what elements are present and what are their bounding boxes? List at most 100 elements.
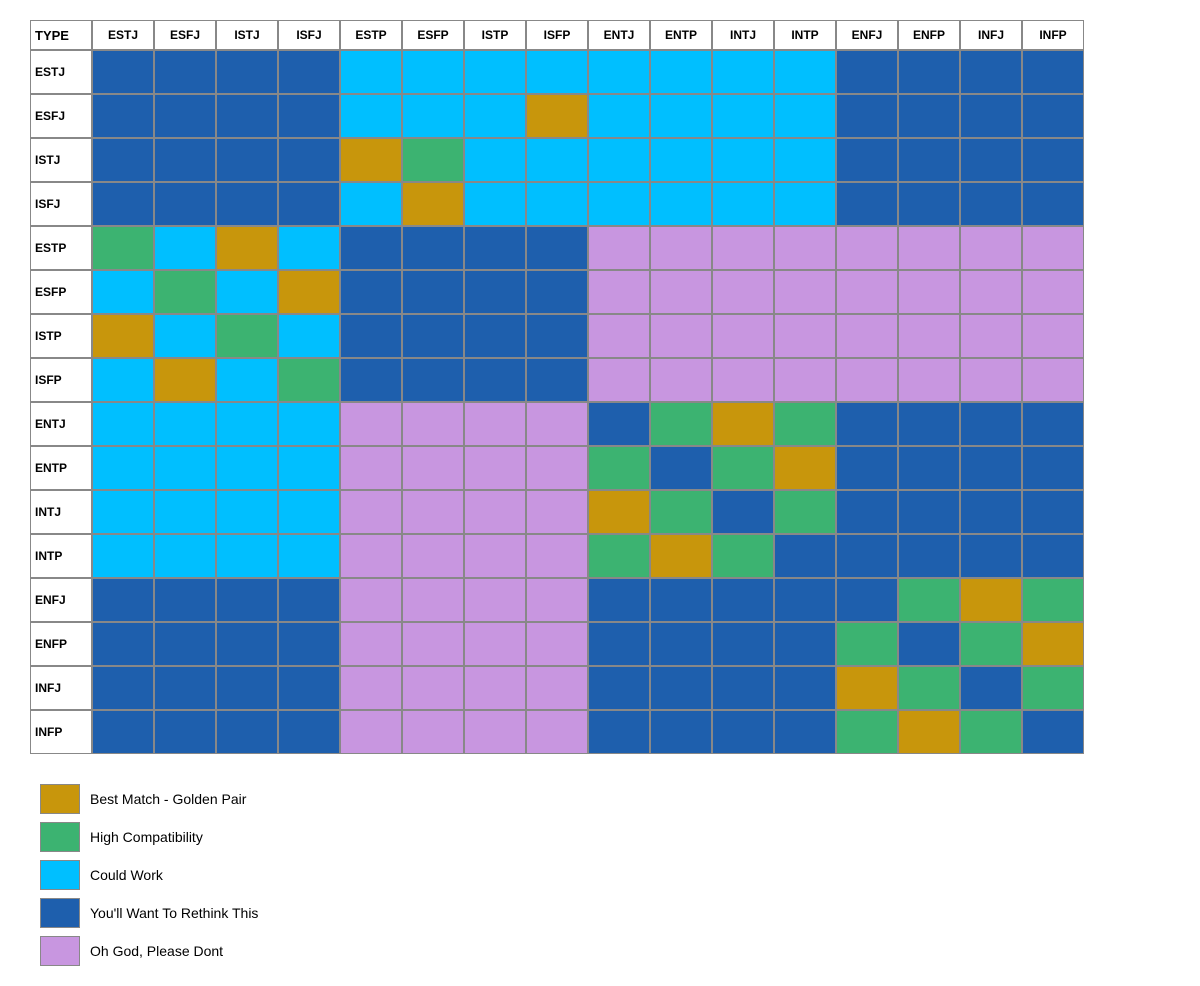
col-header-ENTJ: ENTJ [588, 20, 650, 50]
cell-ESFJ-ESFP [402, 94, 464, 138]
row-INFP: INFP [30, 710, 1084, 754]
cell-ISTJ-ISFJ [278, 138, 340, 182]
cell-ENTJ-ENFJ [836, 402, 898, 446]
row-ISFP: ISFP [30, 358, 1084, 402]
legend: Best Match - Golden PairHigh Compatibili… [40, 784, 258, 966]
cell-ISFP-ENTP [650, 358, 712, 402]
cell-INFJ-ISFJ [278, 666, 340, 710]
cell-ISTP-INTP [774, 314, 836, 358]
cell-INFP-ISTP [464, 710, 526, 754]
row-label-INFJ: INFJ [30, 666, 92, 710]
cell-ENFP-ISTP [464, 622, 526, 666]
cell-INFJ-ESFP [402, 666, 464, 710]
cell-INTJ-ESTJ [92, 490, 154, 534]
cell-ISTJ-INFJ [960, 138, 1022, 182]
cell-ESTP-ISTP [464, 226, 526, 270]
cell-ISFJ-INFJ [960, 182, 1022, 226]
cell-ESTP-ESFP [402, 226, 464, 270]
cell-ESTJ-ISTP [464, 50, 526, 94]
cell-ENTJ-INTJ [712, 402, 774, 446]
cell-ISTP-ENFP [898, 314, 960, 358]
cell-ENFJ-INFJ [960, 578, 1022, 622]
cell-ENFP-INTP [774, 622, 836, 666]
cell-INTJ-ISFJ [278, 490, 340, 534]
cell-ENFJ-ISTP [464, 578, 526, 622]
col-header-INTJ: INTJ [712, 20, 774, 50]
cell-ENFJ-ENFP [898, 578, 960, 622]
cell-ENFP-ENTJ [588, 622, 650, 666]
cell-ESTP-ENFJ [836, 226, 898, 270]
row-label-ENFJ: ENFJ [30, 578, 92, 622]
row-label-ENTJ: ENTJ [30, 402, 92, 446]
cell-INTP-ISTP [464, 534, 526, 578]
cell-ENTJ-INFP [1022, 402, 1084, 446]
cell-ENFJ-INTJ [712, 578, 774, 622]
cell-ISFJ-ISFP [526, 182, 588, 226]
cell-ENFJ-ESTJ [92, 578, 154, 622]
cell-INTJ-INFP [1022, 490, 1084, 534]
row-ENTJ: ENTJ [30, 402, 1084, 446]
cell-INTJ-INTP [774, 490, 836, 534]
cell-INFP-ENTP [650, 710, 712, 754]
cell-ENTP-ESFJ [154, 446, 216, 490]
cell-INFJ-ESTJ [92, 666, 154, 710]
header-row: TYPEESTJESFJISTJISFJESTPESFPISTPISFPENTJ… [30, 20, 1084, 50]
cell-ENFP-ESFJ [154, 622, 216, 666]
col-header-INFJ: INFJ [960, 20, 1022, 50]
cell-ISFP-ENFJ [836, 358, 898, 402]
cell-ESFJ-ISTP [464, 94, 526, 138]
grid-wrapper: TYPEESTJESFJISTJISFJESTPESFPISTPISFPENTJ… [30, 20, 1084, 754]
cell-ESTJ-ENFJ [836, 50, 898, 94]
cell-ESFJ-ENFJ [836, 94, 898, 138]
cell-ESTP-ISFJ [278, 226, 340, 270]
cell-ESFP-ESTJ [92, 270, 154, 314]
cell-ENFJ-INTP [774, 578, 836, 622]
cell-ENFJ-ENTJ [588, 578, 650, 622]
row-ENTP: ENTP [30, 446, 1084, 490]
cell-ENFP-ENFJ [836, 622, 898, 666]
legend-color-box [40, 784, 80, 814]
col-header-ENFP: ENFP [898, 20, 960, 50]
cell-ESTP-ENTJ [588, 226, 650, 270]
row-label-ENTP: ENTP [30, 446, 92, 490]
cell-INTJ-ENFJ [836, 490, 898, 534]
cell-ISTP-ESTJ [92, 314, 154, 358]
cell-ESFP-ENTP [650, 270, 712, 314]
cell-ENTP-ISTJ [216, 446, 278, 490]
cell-ESTJ-ESTP [340, 50, 402, 94]
cell-ISFJ-ISFJ [278, 182, 340, 226]
cell-ENFJ-ISFP [526, 578, 588, 622]
cell-ENTJ-ENFP [898, 402, 960, 446]
col-header-ENFJ: ENFJ [836, 20, 898, 50]
cell-INTP-INFJ [960, 534, 1022, 578]
cell-ISFJ-ESFJ [154, 182, 216, 226]
cell-ESFP-ENTJ [588, 270, 650, 314]
legend-item: Could Work [40, 860, 258, 890]
cell-ISFP-ISFJ [278, 358, 340, 402]
cell-INFJ-ENFP [898, 666, 960, 710]
cell-ESFJ-ISFP [526, 94, 588, 138]
legend-item: Best Match - Golden Pair [40, 784, 258, 814]
cell-INTJ-ENFP [898, 490, 960, 534]
row-label-ESFP: ESFP [30, 270, 92, 314]
row-ESFP: ESFP [30, 270, 1084, 314]
cell-INTJ-ISFP [526, 490, 588, 534]
cell-INFJ-INTJ [712, 666, 774, 710]
cell-ISFJ-ENFJ [836, 182, 898, 226]
cell-ISTP-ESFP [402, 314, 464, 358]
cell-INFP-INFJ [960, 710, 1022, 754]
cell-ENFJ-ESFP [402, 578, 464, 622]
row-label-INTJ: INTJ [30, 490, 92, 534]
cell-ENFP-ESTJ [92, 622, 154, 666]
cell-INTP-ESFP [402, 534, 464, 578]
cell-ESFJ-INFJ [960, 94, 1022, 138]
cell-ISTJ-ESTP [340, 138, 402, 182]
cell-INFP-ESTP [340, 710, 402, 754]
cell-ISFP-ENTJ [588, 358, 650, 402]
cell-INTP-ISFJ [278, 534, 340, 578]
cell-ESTP-ISTJ [216, 226, 278, 270]
cell-ISTJ-INTP [774, 138, 836, 182]
cell-ISFJ-ENTJ [588, 182, 650, 226]
row-label-INTP: INTP [30, 534, 92, 578]
cell-ESTP-ENFP [898, 226, 960, 270]
